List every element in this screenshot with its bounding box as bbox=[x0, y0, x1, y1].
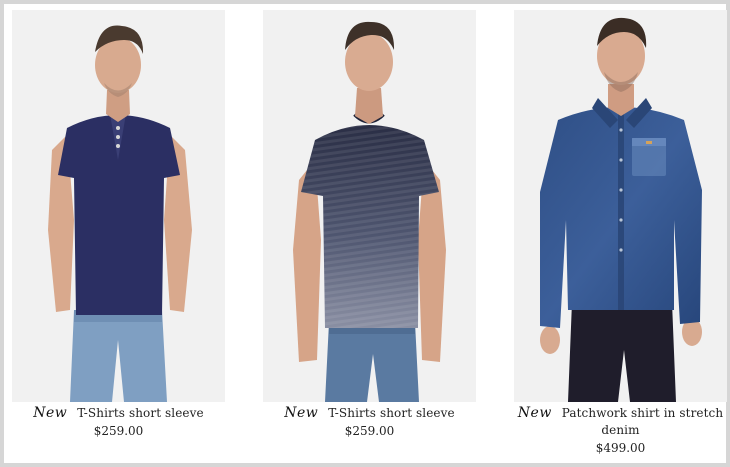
product-link[interactable] bbox=[12, 10, 225, 402]
product-grid-frame: New T-Shirts short sleeve $259.00 New T-… bbox=[0, 0, 730, 467]
product-title-link[interactable]: T-Shirts short sleeve bbox=[328, 406, 455, 420]
new-badge: New bbox=[517, 405, 552, 421]
product-photo-illustration bbox=[514, 10, 727, 402]
product-price: $259.00 bbox=[93, 424, 144, 438]
product-card[interactable]: New T-Shirts short sleeve $259.00 bbox=[263, 10, 476, 440]
product-title-line: New T-Shirts short sleeve bbox=[263, 405, 476, 422]
product-image[interactable] bbox=[514, 10, 727, 402]
product-link[interactable] bbox=[263, 10, 476, 402]
product-caption: New Patchwork shirt in stretch denim $49… bbox=[514, 405, 727, 457]
product-title-line: New T-Shirts short sleeve bbox=[12, 405, 225, 422]
product-image[interactable] bbox=[12, 10, 225, 402]
product-title-link[interactable]: Patchwork shirt in stretch denim bbox=[562, 406, 723, 437]
product-caption: New T-Shirts short sleeve $259.00 bbox=[12, 405, 225, 440]
product-title-link[interactable]: T-Shirts short sleeve bbox=[77, 406, 204, 420]
new-badge: New bbox=[33, 405, 68, 421]
product-price: $259.00 bbox=[344, 424, 395, 438]
product-title-line: New Patchwork shirt in stretch denim bbox=[514, 405, 727, 439]
product-card[interactable]: New T-Shirts short sleeve $259.00 bbox=[12, 10, 225, 440]
new-badge: New bbox=[284, 405, 319, 421]
product-price: $499.00 bbox=[595, 441, 646, 455]
product-photo-illustration bbox=[12, 10, 225, 402]
product-card[interactable]: New Patchwork shirt in stretch denim $49… bbox=[514, 10, 727, 457]
product-photo-illustration bbox=[263, 10, 476, 402]
product-caption: New T-Shirts short sleeve $259.00 bbox=[263, 405, 476, 440]
product-link[interactable] bbox=[514, 10, 727, 402]
product-image[interactable] bbox=[263, 10, 476, 402]
